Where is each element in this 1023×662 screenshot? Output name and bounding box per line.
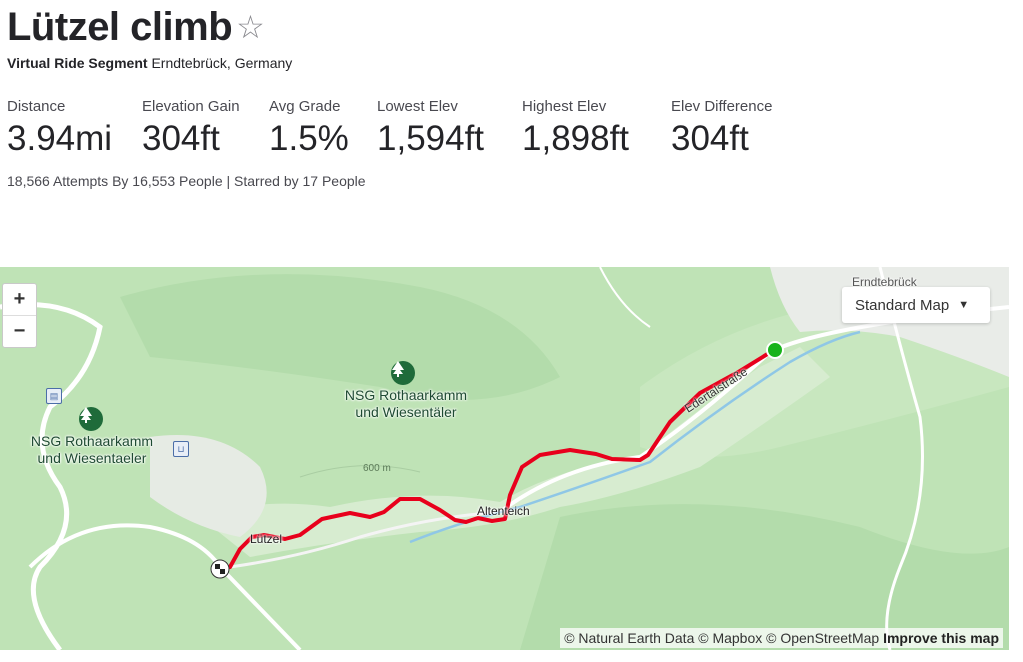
- segment-title: Lützel climb: [7, 5, 233, 49]
- segment-subtitle: Virtual Ride Segment Erndtebrück, German…: [7, 55, 292, 71]
- map-attribution: © Natural Earth Data © Mapbox © OpenStre…: [560, 628, 1003, 648]
- header: Lützel climb ☆: [7, 4, 265, 50]
- bus-stop-icon: ▤: [46, 388, 62, 404]
- stat-label: Elev Difference: [671, 98, 773, 115]
- chevron-down-icon: ▼: [958, 299, 970, 311]
- stat-value: 304ft: [142, 119, 220, 158]
- finish-marker: [210, 559, 230, 579]
- stat-label: Distance: [7, 98, 66, 115]
- stats-row: Distance 3.94mi Elevation Gain 304ft Avg…: [7, 98, 821, 160]
- stat-label: Lowest Elev: [377, 98, 458, 115]
- stat-elev-difference: Elev Difference 304ft: [671, 98, 821, 160]
- stat-value: 304ft: [671, 119, 749, 158]
- stat-highest-elev: Highest Elev 1,898ft: [522, 98, 671, 160]
- ski-lift-icon: ⊔: [173, 441, 189, 457]
- luetzel-label: Lützel: [250, 532, 283, 546]
- attribution-text: © Natural Earth Data © Mapbox © OpenStre…: [564, 630, 880, 646]
- stat-avg-grade: Avg Grade 1.5%: [269, 98, 377, 160]
- stat-elevation-gain: Elevation Gain 304ft: [142, 98, 269, 160]
- stat-label: Avg Grade: [269, 98, 341, 115]
- segment-type: Virtual Ride Segment: [7, 55, 148, 71]
- stat-value: 3.94mi: [7, 119, 113, 158]
- segment-location: Erndtebrück, Germany: [151, 55, 293, 71]
- contour-label: 600 m: [363, 463, 391, 474]
- map-type-label: Standard Map: [855, 296, 950, 314]
- stat-label: Highest Elev: [522, 98, 607, 115]
- zoom-controls: + −: [2, 283, 37, 348]
- attempts-summary: 18,566 Attempts By 16,553 People | Starr…: [7, 173, 366, 189]
- star-icon[interactable]: ☆: [236, 4, 265, 50]
- zoom-out-button[interactable]: −: [3, 316, 36, 347]
- start-marker: [766, 341, 784, 359]
- improve-map-link[interactable]: Improve this map: [883, 630, 999, 646]
- stat-value: 1,594ft: [377, 119, 485, 158]
- zoom-in-button[interactable]: +: [3, 284, 36, 316]
- stat-value: 1.5%: [269, 119, 349, 158]
- tree-icon: [391, 361, 415, 385]
- stat-value: 1,898ft: [522, 119, 630, 158]
- tree-icon: [79, 407, 103, 431]
- stat-label: Elevation Gain: [142, 98, 240, 115]
- nsg-left-label: NSG Rothaarkamm und Wiesentaeler: [30, 433, 154, 466]
- segment-map[interactable]: + − Standard Map ▼ NSG Rothaarkamm und Wi…: [0, 267, 1009, 650]
- town-label: Erndtebrück: [852, 275, 917, 289]
- altenteich-label: Altenteich: [477, 504, 530, 518]
- stat-distance: Distance 3.94mi: [7, 98, 142, 160]
- nsg-center-label: NSG Rothaarkamm und Wiesentäler: [344, 387, 468, 420]
- map-type-dropdown[interactable]: Standard Map ▼: [842, 287, 990, 323]
- stat-lowest-elev: Lowest Elev 1,594ft: [377, 98, 522, 160]
